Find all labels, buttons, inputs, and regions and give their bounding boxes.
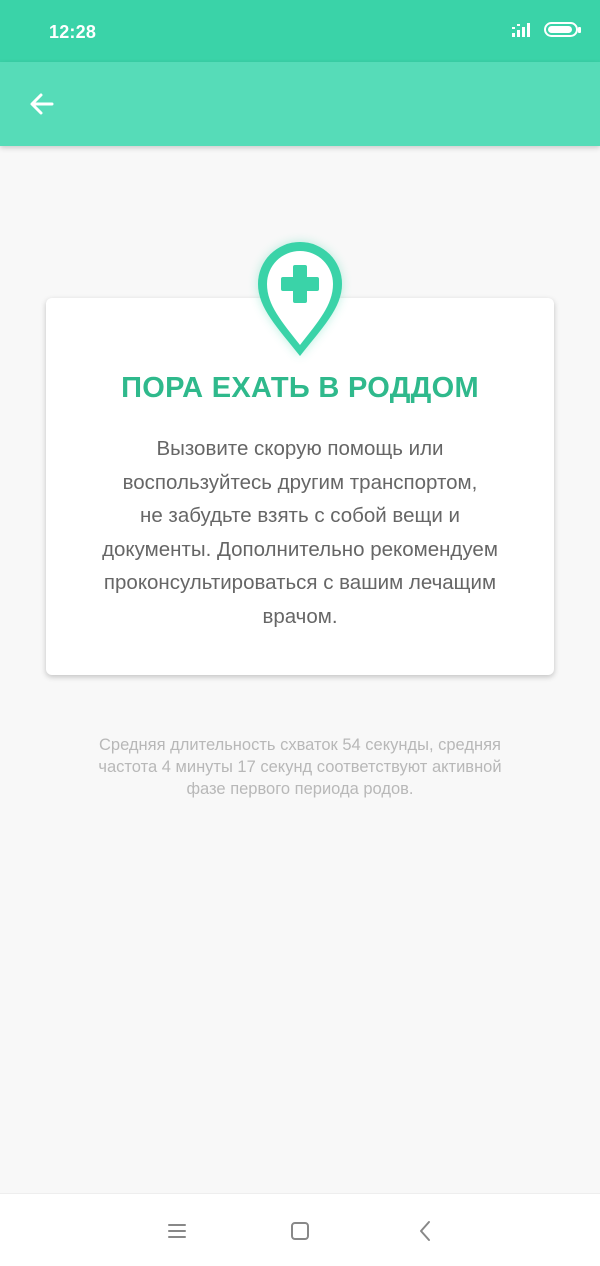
home-square-icon[interactable] (287, 1218, 313, 1244)
card-body: Вызовите скорую помощь или воспользуйтес… (74, 432, 526, 633)
system-nav-bar (0, 1193, 600, 1266)
card-body-line: не забудьте взять с собой вещи и (140, 504, 460, 527)
hospital-location-pin-icon (258, 242, 342, 356)
card-body-line: проконсультироваться с вашим лечащим (103, 571, 497, 594)
back-chevron-icon[interactable] (413, 1218, 439, 1244)
card-body-line: Вызовите скорую помощь или (156, 437, 444, 460)
footnote-line: фазе первого периода родов. (186, 780, 414, 798)
signal-icon (512, 23, 530, 37)
card-body-line: воспользуйтесь другим транспортом, (122, 470, 478, 494)
status-bar: 12:28 (0, 0, 600, 62)
app-bar (0, 62, 600, 146)
arrow-left-icon (30, 93, 54, 115)
status-time: 12:28 (49, 22, 97, 42)
card-body-line: врачом. (262, 604, 338, 628)
footnote: Средняя длительность схваток 54 секунды,… (50, 734, 550, 800)
footnote-line: Средняя длительность схваток 54 секунды,… (99, 736, 501, 754)
battery-icon (544, 21, 581, 37)
menu-icon[interactable] (164, 1218, 190, 1244)
card-body-line: документы. Дополнительно рекомендуем (102, 537, 498, 561)
footnote-line: частота 4 минуты 17 секунд соответствуют… (98, 758, 502, 776)
back-button[interactable] (18, 80, 66, 128)
status-icons (512, 20, 581, 38)
card-title: ПОРА ЕХАТЬ В РОДДОМ (121, 372, 479, 404)
